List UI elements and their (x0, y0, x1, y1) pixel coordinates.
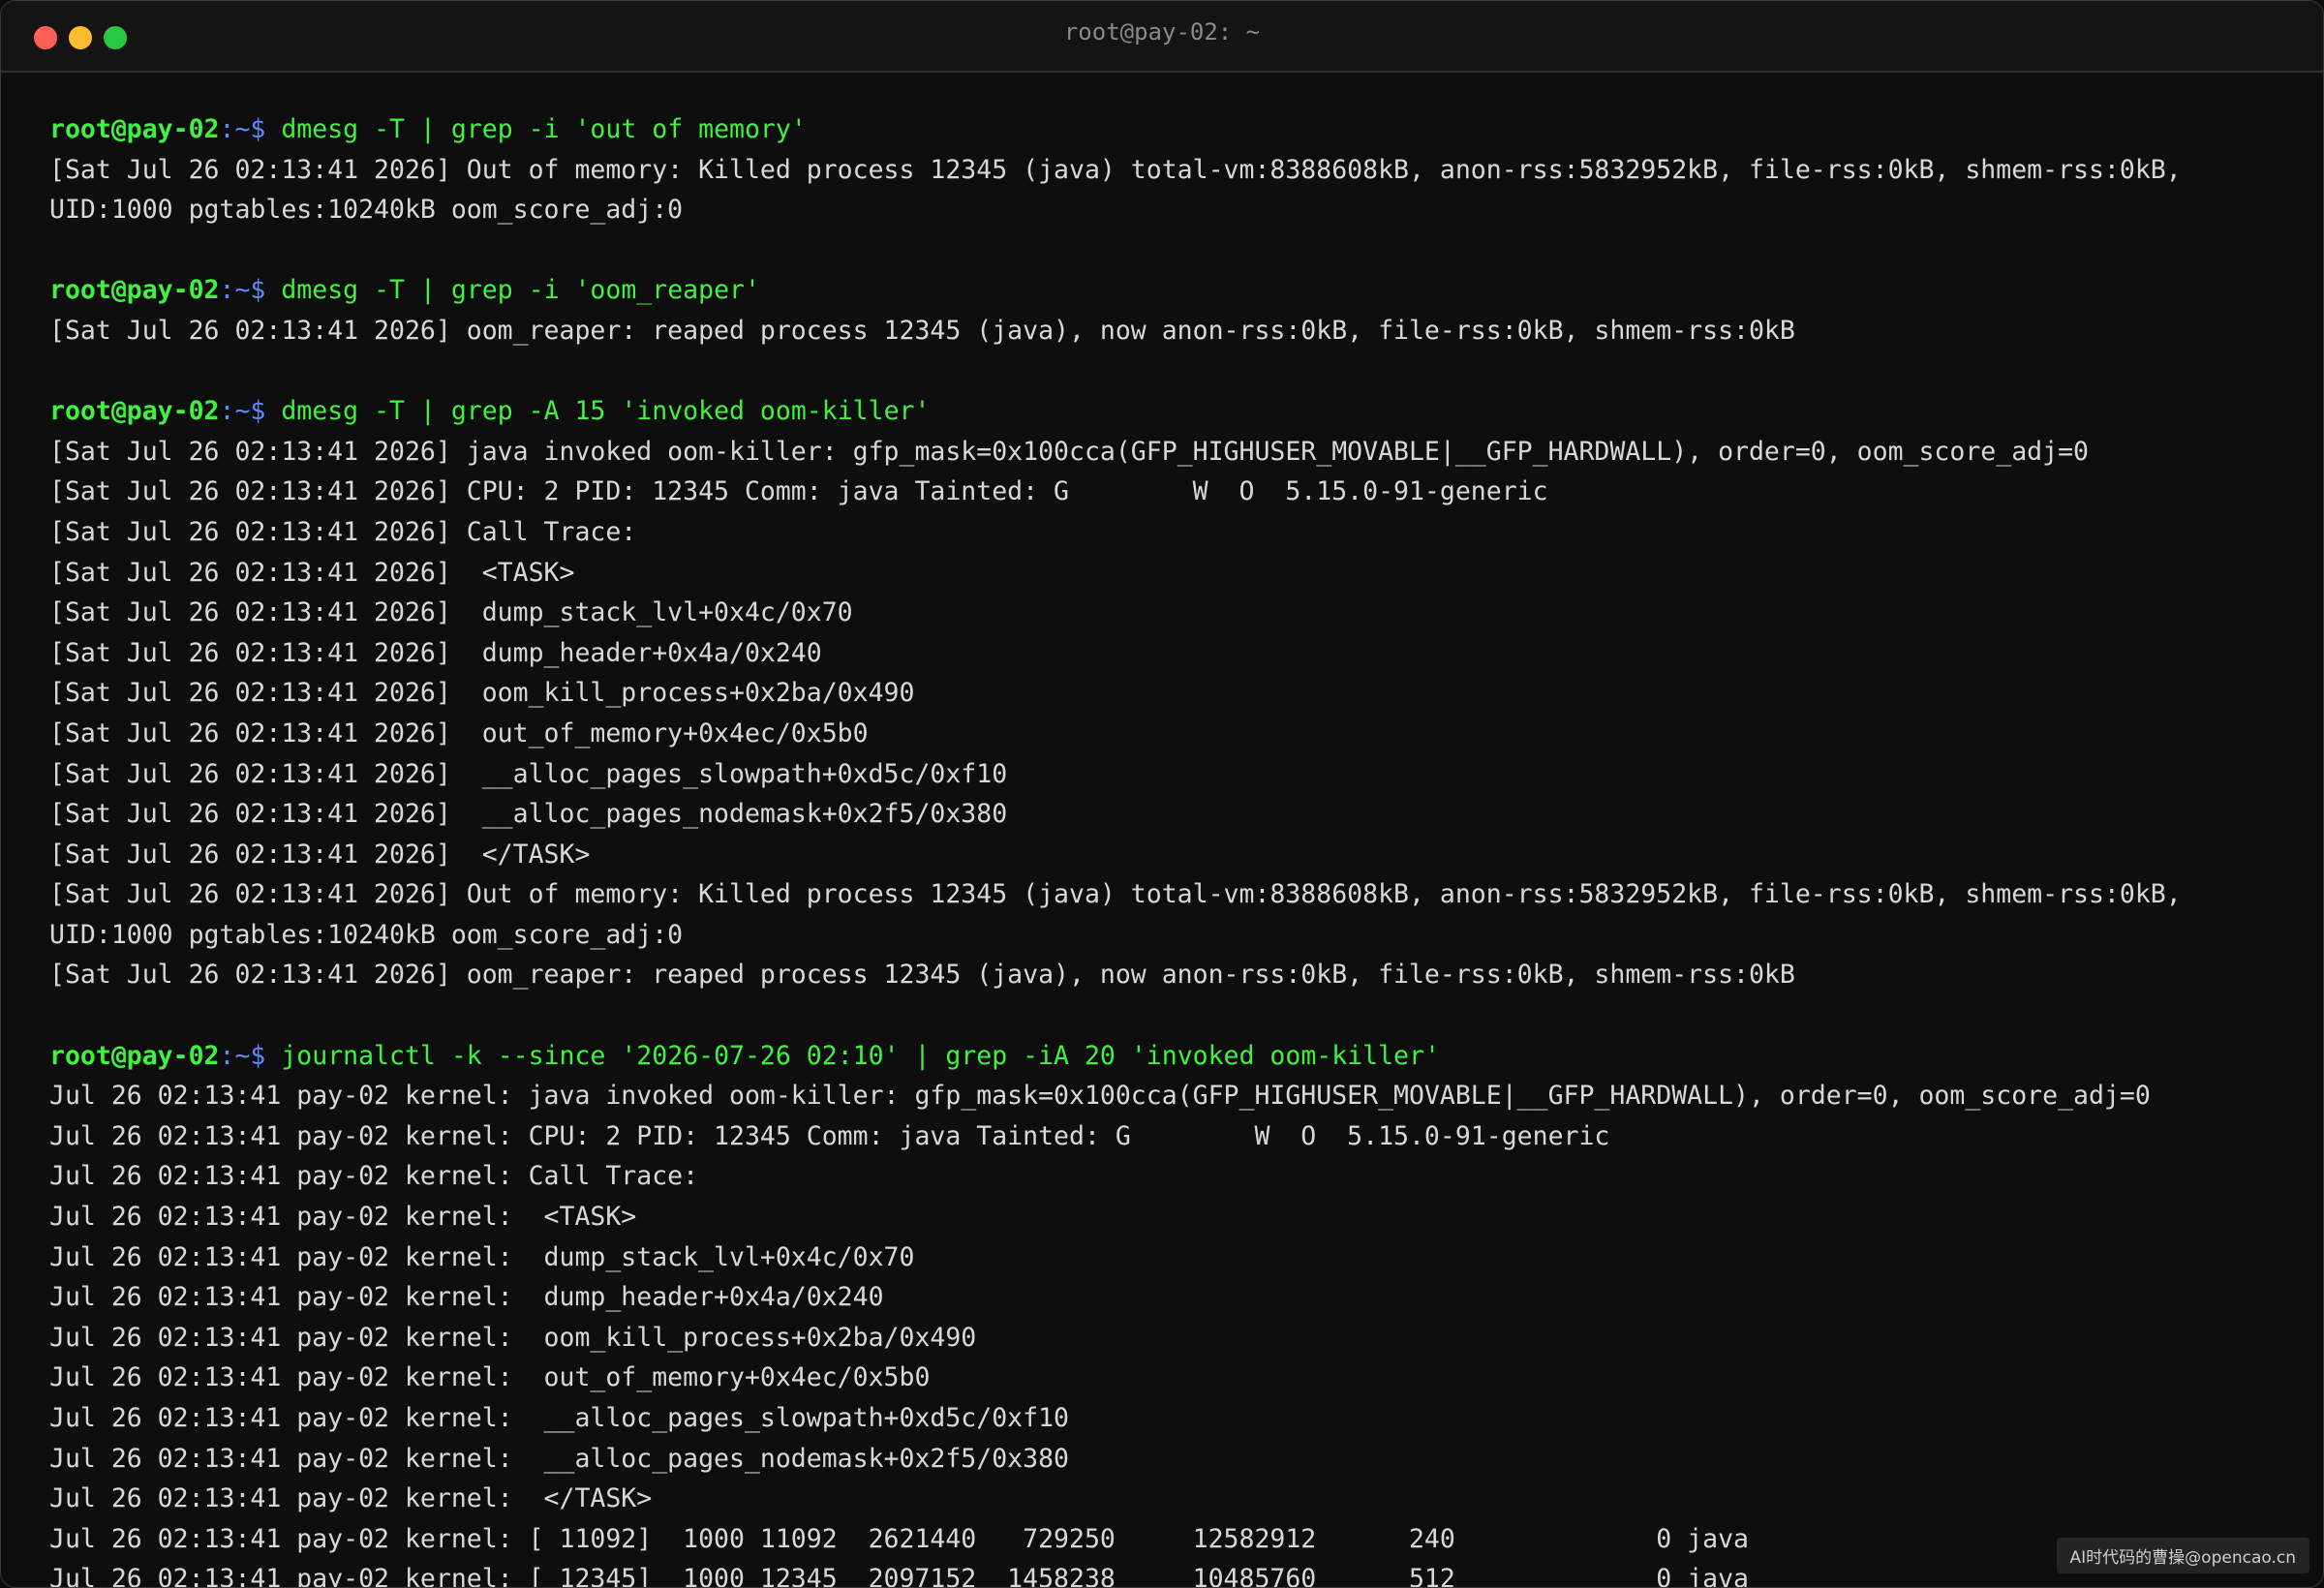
output-line: Jul 26 02:13:41 pay-02 kernel: Call Trac… (49, 1161, 699, 1192)
prompt-path: :~ (219, 1040, 251, 1071)
output-line: [Sat Jul 26 02:13:41 2026] __alloc_pages… (49, 758, 1008, 789)
output-line: [Sat Jul 26 02:13:41 2026] out_of_memory… (49, 718, 869, 748)
prompt-path: :~ (219, 275, 251, 306)
output-line: [Sat Jul 26 02:13:41 2026] oom_kill_proc… (49, 678, 915, 709)
prompt-symbol: $ (250, 114, 282, 144)
output-line: Jul 26 02:13:41 pay-02 kernel: oom_kill_… (49, 1322, 977, 1353)
prompt-user-host: root@pay-02 (49, 396, 220, 427)
output-line: Jul 26 02:13:41 pay-02 kernel: [ 12345] … (49, 1564, 1749, 1588)
window-title: root@pay-02: ~ (1063, 18, 1261, 46)
output-line: [Sat Jul 26 02:13:41 2026] <TASK> (49, 557, 575, 588)
terminal-window: root@pay-02: ~ root@pay-02:~$ dmesg -T |… (0, 0, 2324, 1588)
command-text: journalctl -k --since '2026-07-26 02:10'… (281, 1040, 1440, 1071)
prompt-path: :~ (219, 114, 251, 144)
prompt-symbol: $ (250, 275, 282, 306)
prompt-line: root@pay-02:~$ dmesg -T | grep -i 'oom_r… (49, 270, 2296, 311)
prompt-user-host: root@pay-02 (49, 114, 220, 144)
prompt-user-host: root@pay-02 (49, 275, 220, 306)
command-text: dmesg -T | grep -A 15 'invoked oom-kille… (281, 396, 931, 427)
prompt-symbol: $ (250, 1040, 282, 1071)
output-line: [Sat Jul 26 02:13:41 2026] java invoked … (49, 436, 2089, 467)
prompt-path: :~ (219, 396, 251, 427)
terminal-output[interactable]: root@pay-02:~$ dmesg -T | grep -i 'out o… (49, 109, 2296, 1588)
output-line: Jul 26 02:13:41 pay-02 kernel: __alloc_p… (49, 1443, 1069, 1474)
title-bar: root@pay-02: ~ (1, 1, 2323, 73)
watermark: AI时代码的曹操@opencao.cn (2056, 1538, 2309, 1573)
output-line: [Sat Jul 26 02:13:41 2026] dump_stack_lv… (49, 597, 853, 628)
output-line: [Sat Jul 26 02:13:41 2026] oom_reaper: r… (49, 315, 1795, 346)
output-line: Jul 26 02:13:41 pay-02 kernel: dump_head… (49, 1282, 884, 1313)
output-line: [Sat Jul 26 02:13:41 2026] Out of memory… (49, 154, 2182, 185)
command-text: dmesg -T | grep -i 'out of memory' (281, 114, 807, 144)
output-line: [Sat Jul 26 02:13:41 2026] __alloc_pages… (49, 799, 1008, 830)
output-line: [Sat Jul 26 02:13:41 2026] dump_header+0… (49, 637, 822, 668)
command-text: dmesg -T | grep -i 'oom_reaper' (281, 275, 760, 306)
output-line: [Sat Jul 26 02:13:41 2026] CPU: 2 PID: 1… (49, 476, 1548, 507)
output-line: Jul 26 02:13:41 pay-02 kernel: <TASK> (49, 1202, 637, 1233)
prompt-line: root@pay-02:~$ dmesg -T | grep -A 15 'in… (49, 391, 2296, 432)
output-line: [Sat Jul 26 02:13:41 2026] Out of memory… (49, 879, 2182, 910)
output-line: [Sat Jul 26 02:13:41 2026] Call Trace: (49, 516, 637, 547)
output-line: UID:1000 pgtables:10240kB oom_score_adj:… (49, 919, 684, 950)
output-line: Jul 26 02:13:41 pay-02 kernel: CPU: 2 PI… (49, 1120, 1610, 1151)
output-line: Jul 26 02:13:41 pay-02 kernel: java invo… (49, 1081, 2151, 1112)
output-line: Jul 26 02:13:41 pay-02 kernel: __alloc_p… (49, 1403, 1069, 1433)
output-line: [Sat Jul 26 02:13:41 2026] oom_reaper: r… (49, 960, 1795, 991)
prompt-line: root@pay-02:~$ dmesg -T | grep -i 'out o… (49, 109, 2296, 150)
output-line: UID:1000 pgtables:10240kB oom_score_adj:… (49, 195, 684, 226)
prompt-symbol: $ (250, 396, 282, 427)
prompt-user-host: root@pay-02 (49, 1040, 220, 1071)
output-line: Jul 26 02:13:41 pay-02 kernel: dump_stac… (49, 1241, 915, 1272)
output-line: Jul 26 02:13:41 pay-02 kernel: out_of_me… (49, 1362, 931, 1393)
output-line: [Sat Jul 26 02:13:41 2026] </TASK> (49, 839, 591, 870)
prompt-line: root@pay-02:~$ journalctl -k --since '20… (49, 1036, 2296, 1077)
output-line: Jul 26 02:13:41 pay-02 kernel: </TASK> (49, 1483, 653, 1514)
output-line: Jul 26 02:13:41 pay-02 kernel: [ 11092] … (49, 1523, 1749, 1554)
